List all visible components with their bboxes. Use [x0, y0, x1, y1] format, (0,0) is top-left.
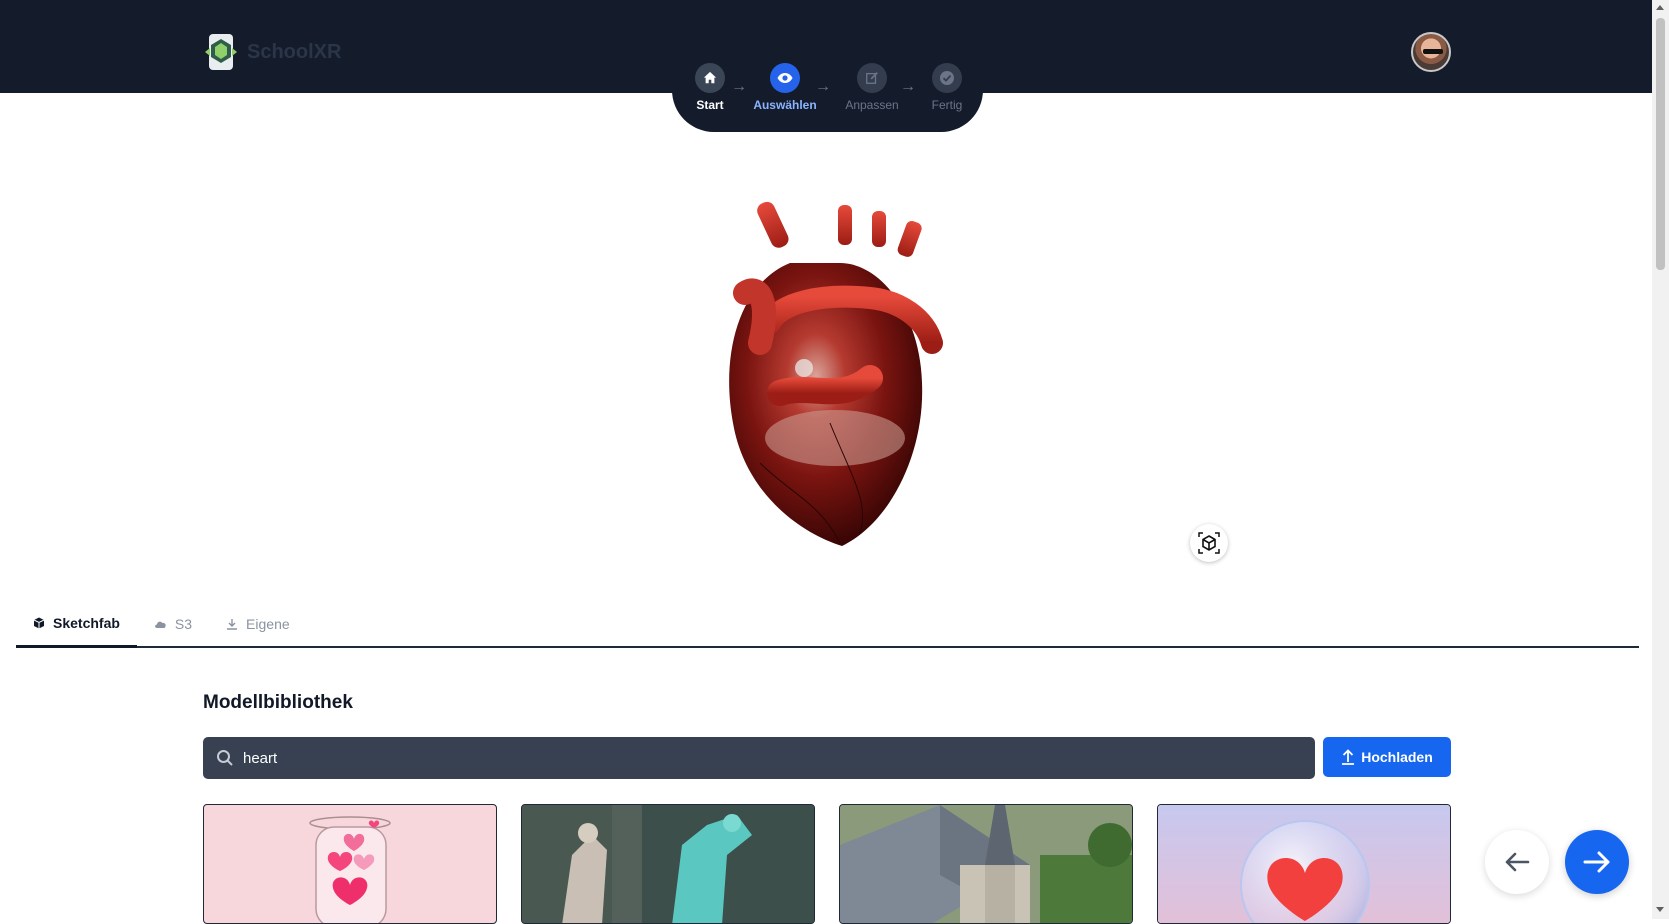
- arrow-right-icon: [1583, 851, 1610, 873]
- arrow-left-icon: [1505, 852, 1530, 872]
- source-tabs: Sketchfab S3 Eigene: [16, 600, 1639, 648]
- model-card[interactable]: [1157, 804, 1451, 924]
- model-card[interactable]: [839, 804, 1133, 924]
- model-thumbnail: [1158, 805, 1450, 923]
- heart-model-render: [729, 201, 943, 546]
- check-circle-icon: [932, 63, 962, 93]
- cloud-icon: [155, 621, 166, 628]
- tab-label: Eigene: [246, 616, 290, 632]
- model-viewer[interactable]: [0, 93, 1652, 573]
- model-thumbnail: [840, 805, 1132, 923]
- next-button[interactable]: [1565, 830, 1629, 894]
- ar-cube-icon: [1198, 532, 1220, 554]
- eye-icon: [770, 63, 800, 93]
- cube-icon: [33, 617, 45, 628]
- tab-label: Sketchfab: [53, 614, 120, 631]
- library-title: Modellbibliothek: [203, 692, 353, 713]
- tab-sketchfab[interactable]: Sketchfab: [16, 600, 137, 648]
- model-thumbnail: [522, 805, 814, 923]
- user-avatar[interactable]: [1411, 32, 1451, 72]
- model-card[interactable]: [521, 804, 815, 924]
- scroll-down-icon[interactable]: [1656, 907, 1664, 912]
- ar-view-button[interactable]: [1190, 524, 1228, 562]
- edit-icon: [857, 63, 887, 93]
- search-bar: [203, 737, 1315, 779]
- previous-button[interactable]: [1485, 830, 1549, 894]
- upload-icon: [1342, 749, 1355, 765]
- scroll-up-icon[interactable]: [1656, 5, 1664, 10]
- tab-own[interactable]: Eigene: [209, 600, 307, 648]
- app-name: SchoolXR: [247, 40, 342, 63]
- model-thumbnail: [309, 816, 391, 923]
- search-icon: [217, 750, 233, 766]
- tab-s3[interactable]: S3: [137, 600, 209, 648]
- model-card[interactable]: [203, 804, 497, 924]
- scrollbar-thumb[interactable]: [1656, 18, 1665, 270]
- home-icon: [695, 63, 725, 93]
- app-logo[interactable]: SchoolXR: [205, 33, 341, 71]
- tab-label: S3: [174, 616, 193, 632]
- upload-label: Hochladen: [1361, 749, 1433, 765]
- upload-button[interactable]: Hochladen: [1323, 737, 1451, 777]
- schoolxr-logo-icon: [205, 34, 237, 70]
- page-scrollbar[interactable]: [1652, 0, 1669, 919]
- download-icon: [227, 619, 238, 630]
- search-input[interactable]: [243, 749, 1315, 767]
